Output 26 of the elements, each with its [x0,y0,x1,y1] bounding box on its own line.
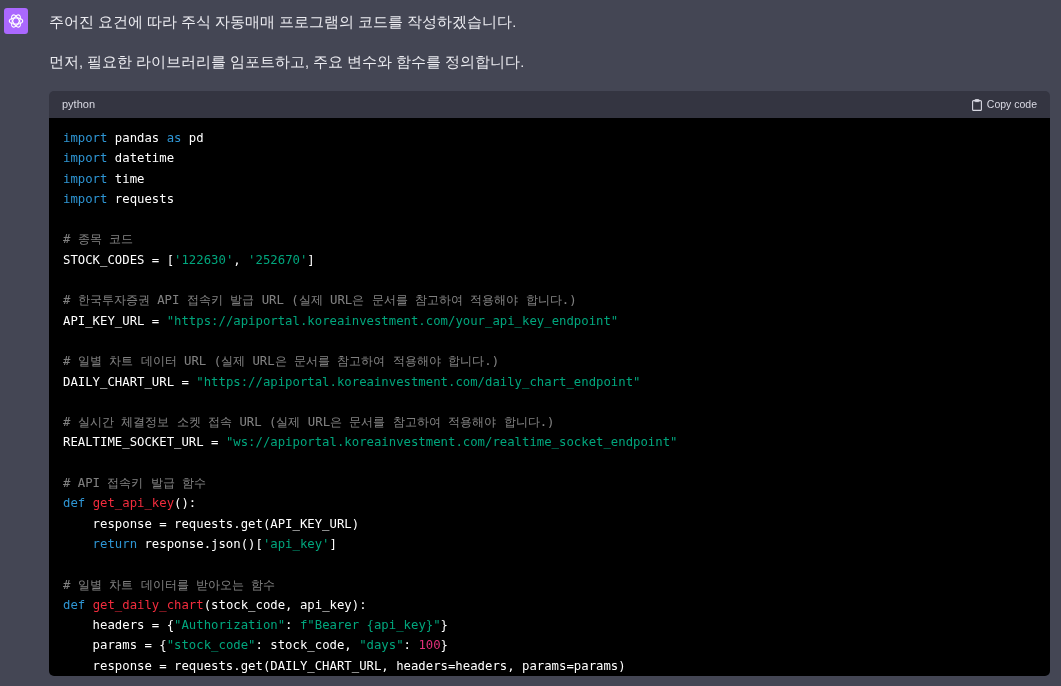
copy-code-button[interactable]: Copy code [971,96,1037,113]
code-line: def get_api_key(): [63,495,198,513]
code-line: REALTIME_SOCKET_URL = "ws://apiportal.koreainvestment.com/realtime_socket_endpoint" [63,434,679,452]
code-line: # 일별 차트 데이터를 받아오는 함수 [63,576,277,594]
code-line: STOCK_CODES = ['122630', '252670'] [63,251,316,269]
code-line: # 실시간 체결정보 소켓 접속 URL (실제 URL은 문서를 참고하여 적용해야 합니다.) [63,414,556,432]
code-line: import datetime [63,150,176,168]
code-line: params = {"stock_code": stock_code, "days": 100} [91,637,449,655]
code-line: import time [63,170,146,188]
code-line: # API 접속키 발급 함수 [63,475,208,493]
code-language-label: python [62,97,96,113]
message-paragraph: 주어진 요건에 따라 주식 자동매매 프로그램의 코드를 작성하겠습니다. [49,13,518,32]
code-line: import pandas as pd [63,130,205,147]
code-line: headers = {"Authorization": f"Bearer {api_key}"} [91,617,449,635]
code-line: API_KEY_URL = "https://apiportal.koreainvestment.com/your_api_key_endpoint" [63,312,620,330]
code-line: response = requests.get(DAILY_CHART_URL, headers=headers, params=params) [91,657,627,675]
code-line: import requests [63,190,176,208]
code-line: # 종목 코드 [63,231,135,249]
code-line: def get_daily_chart(stock_code, api_key): [63,596,368,614]
clipboard-icon [971,98,982,111]
code-line: # 한국투자증권 API 접속키 발급 URL (실제 URL은 문서를 참고하여 적용해야 합니다.) [63,292,578,310]
code-line: return response.json()['api_key'] [91,535,338,553]
code-line: response = requests.get(API_KEY_URL) [91,515,361,533]
code-line: DAILY_CHART_URL = "https://apiportal.koreainvestment.com/daily_chart_endpoint" [63,373,642,391]
code-line: # 일별 차트 데이터 URL (실제 URL은 문서를 참고하여 적용해야 합니다.) [63,353,501,371]
message-paragraph: 먼저, 필요한 라이브러리를 임포트하고, 주요 변수와 함수를 정의합니다. [49,53,526,72]
